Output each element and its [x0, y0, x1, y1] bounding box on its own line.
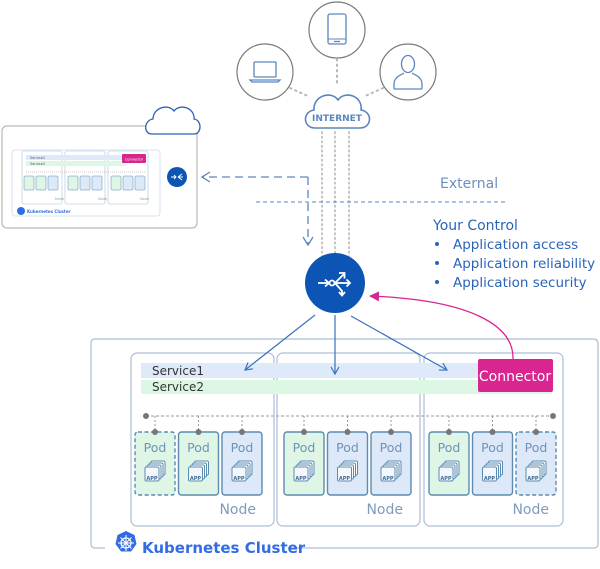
remote-node-label: Node: [98, 197, 107, 201]
app-label: APP: [339, 476, 351, 482]
control-item-access: Application access: [453, 237, 578, 253]
device-user[interactable]: [379, 43, 437, 101]
bullet-icon: [435, 242, 439, 246]
bullet-icon: [435, 261, 439, 265]
remote-gateway-icon[interactable]: [167, 167, 187, 187]
app-label: APP: [233, 476, 245, 482]
pod-port-icon: [533, 429, 539, 435]
service2-label: Service2: [152, 380, 204, 394]
control-item-reliability: Application reliability: [453, 256, 595, 272]
pod-port-icon: [152, 429, 158, 435]
pod-label: Pod: [187, 440, 210, 455]
app-label: APP: [146, 476, 158, 482]
diagram-canvas: Service1 Service2 Connector Node Node No…: [1, 1, 599, 557]
remote-service2-label: Service2: [30, 162, 45, 166]
control-title: Your Control: [432, 218, 518, 234]
app-label: APP: [527, 476, 539, 482]
app-label: APP: [440, 476, 452, 482]
kubernetes-logo-icon: [115, 531, 137, 552]
remote-service1-label: Service1: [30, 156, 45, 160]
app-label: APP: [382, 476, 394, 482]
service1-label: Service1: [152, 364, 204, 378]
app-label: APP: [295, 476, 307, 482]
network-endpoint-icon: [143, 413, 149, 419]
control-list: Your Control Application access Applicat…: [432, 218, 595, 291]
cloud-icon: [145, 106, 201, 135]
device-connections: [289, 58, 384, 98]
remote-node-label: Node: [140, 197, 149, 201]
node-1-label: Node: [219, 502, 256, 518]
pod-port-icon: [446, 429, 452, 435]
kubernetes-cluster: Service1 Service2 Connector Pod APP Pod APP…: [90, 338, 599, 557]
pod-label: Pod: [293, 440, 316, 455]
device-mobile[interactable]: [308, 1, 366, 59]
remote-kubernetes-logo-icon: [17, 207, 25, 215]
app-label: APP: [484, 476, 496, 482]
pod-port-icon: [195, 429, 202, 435]
cluster-label: Kubernetes Cluster: [142, 539, 306, 557]
connector-label: Connector: [479, 369, 551, 385]
control-item-security: Application security: [453, 275, 587, 291]
pod-label: Pod: [481, 440, 504, 455]
pod-label: Pod: [525, 440, 548, 455]
device-laptop[interactable]: [236, 43, 294, 101]
network-endpoint-icon: [550, 413, 556, 419]
bullet-icon: [435, 280, 439, 284]
remote-pods: [23, 175, 146, 191]
connector-control-arrow: [369, 291, 514, 360]
external-label: External: [440, 176, 498, 192]
app-label: APP: [190, 476, 202, 482]
internet-cloud: INTERNET: [304, 94, 371, 129]
node-3-label: Node: [512, 502, 549, 518]
connector[interactable]: Connector: [478, 359, 553, 392]
pod-port-icon: [239, 429, 245, 435]
node-2-label: Node: [366, 502, 403, 518]
pod-port-icon: [388, 429, 394, 435]
pod-label: Pod: [144, 440, 167, 455]
pod-label: Pod: [438, 440, 461, 455]
remote-connector-label: Connector: [125, 158, 144, 162]
internet-traffic-lines: [321, 131, 350, 259]
pod-label: Pod: [380, 440, 403, 455]
pod-label: Pod: [231, 440, 254, 455]
remote-route: [200, 171, 314, 247]
main-gateway[interactable]: [305, 253, 365, 313]
remote-cluster-label: Kubernetes Cluster: [27, 209, 71, 214]
remote-node-label: Node: [55, 197, 64, 201]
remote-cluster-panel: Service1 Service2 Connector Node Node No…: [1, 106, 201, 229]
pod-port-icon: [489, 429, 496, 435]
pod-label: Pod: [336, 440, 359, 455]
pod-port-icon: [344, 429, 351, 435]
pod-port-icon: [301, 429, 307, 435]
internet-label: INTERNET: [312, 114, 363, 124]
